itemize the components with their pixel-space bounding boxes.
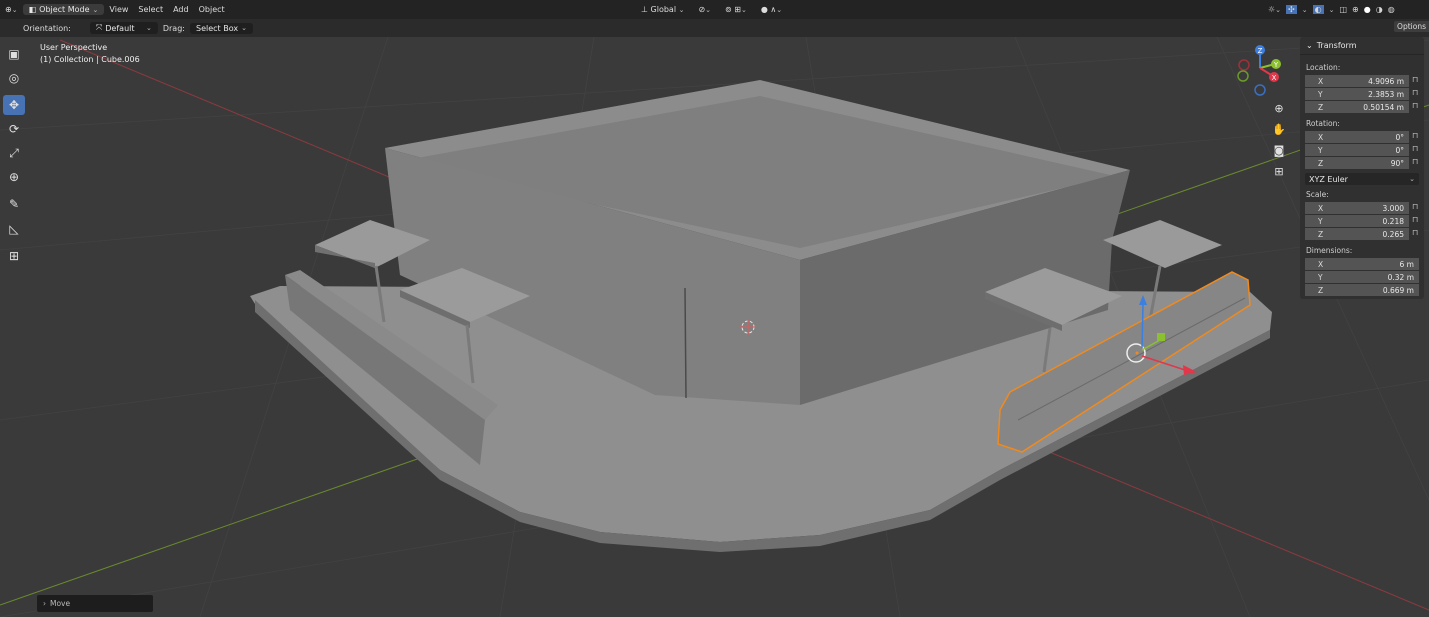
lock-icon[interactable]: ⊓ — [1412, 228, 1418, 237]
axes-icon: ⊥ — [641, 5, 648, 14]
dimensions-y-field[interactable]: Y 0.32 m — [1305, 271, 1419, 283]
rotation-x-field[interactable]: X 0° — [1305, 131, 1409, 143]
visibility-icon[interactable]: ☼⌄ — [1268, 5, 1281, 14]
options-button[interactable]: Options — [1394, 21, 1429, 32]
chevron-down-icon: ⌄ — [92, 5, 99, 14]
rotation-mode-dropdown[interactable]: XYZ Euler ⌄ — [1305, 173, 1419, 185]
lock-icon[interactable]: ⊓ — [1412, 75, 1418, 84]
rotation-label: Rotation: — [1306, 119, 1340, 128]
transform-orientation-selector[interactable]: ⊥ Global ⌄ — [636, 5, 689, 14]
camera-icon[interactable]: ◙ — [1270, 141, 1288, 159]
dimensions-z-field[interactable]: Z 0.669 m — [1305, 284, 1419, 296]
viewport-info: User Perspective (1) Collection | Cube.0… — [40, 42, 140, 66]
transform-tool[interactable]: ⊕ — [3, 167, 25, 187]
rotation-y-field[interactable]: Y 0° — [1305, 144, 1409, 156]
collection-info: (1) Collection | Cube.006 — [40, 55, 140, 64]
scale-tool[interactable]: ⤢ — [3, 143, 25, 163]
scale-label: Scale: — [1306, 190, 1329, 199]
gizmo-toggle-icon[interactable]: ✣ — [1286, 5, 1297, 14]
rendered-shading-icon[interactable]: ◍ — [1388, 5, 1395, 14]
orientation-label: Orientation: — [23, 23, 71, 33]
orientation-icon: ⤧ — [95, 23, 103, 32]
location-y-field[interactable]: Y 2.3853 m — [1305, 88, 1409, 100]
location-z-field[interactable]: Z 0.50154 m — [1305, 101, 1409, 113]
lock-icon[interactable]: ⊓ — [1412, 215, 1418, 224]
overlay-toggle-icon[interactable]: ◐ — [1312, 5, 1324, 14]
menu-select[interactable]: Select — [133, 5, 168, 14]
dimensions-label: Dimensions: — [1306, 246, 1353, 255]
snap-button[interactable]: ⊚ ⊞⌄ — [720, 5, 752, 14]
add-cube-tool[interactable]: ⊞ — [3, 246, 25, 266]
solid-shading-icon[interactable]: ● — [1364, 5, 1371, 14]
last-operator-panel[interactable]: › Move — [37, 595, 153, 612]
lock-icon[interactable]: ⊓ — [1412, 144, 1418, 153]
scale-x-field[interactable]: X 3.000 — [1305, 202, 1409, 214]
grid-view-icon[interactable]: ⊞ — [1270, 162, 1288, 180]
3d-viewport[interactable] — [0, 0, 1429, 617]
location-label: Location: — [1306, 63, 1341, 72]
neg-x-handle[interactable] — [1238, 59, 1250, 71]
neg-z-handle[interactable] — [1254, 84, 1266, 96]
dimensions-x-field[interactable]: X6 m — [1305, 258, 1419, 270]
chevron-down-icon: ⌄ — [1409, 175, 1415, 183]
lock-icon[interactable]: ⊓ — [1412, 88, 1418, 97]
tool-settings-bar: Orientation: ⤧ Default ⌄ Drag: Select Box ⌄ — [0, 19, 1429, 37]
rotate-tool[interactable]: ⟳ — [3, 119, 25, 139]
lock-icon[interactable]: ⊓ — [1412, 131, 1418, 140]
pivot-point-button[interactable]: ⊘⌄ — [693, 5, 716, 14]
transform-panel-header[interactable]: ⌄ Transform — [1300, 37, 1424, 55]
chevron-down-icon: ⌄ — [1306, 41, 1313, 50]
z-axis-label: Z — [1258, 47, 1263, 55]
move-tool[interactable]: ✥ — [3, 95, 25, 115]
xray-icon[interactable]: ◫ — [1339, 5, 1347, 14]
menu-object[interactable]: Object — [194, 5, 230, 14]
lock-icon[interactable]: ⊓ — [1412, 157, 1418, 166]
chevron-right-icon: › — [43, 599, 46, 608]
cursor-tool[interactable]: ◎ — [3, 68, 25, 88]
menu-add[interactable]: Add — [168, 5, 194, 14]
transform-panel: ⌄ Transform Location: X 4.9096 m ⊓ Y 2.3853… — [1300, 37, 1424, 299]
editor-type-button[interactable]: ⊕⌄ — [0, 5, 23, 14]
y-axis-label: Y — [1273, 61, 1279, 69]
header-bar: ⊕⌄ ◧ Object Mode ⌄ View Select Add Object … — [0, 0, 1429, 19]
rotation-z-field[interactable]: Z 90° — [1305, 157, 1409, 169]
navigation-gizmo[interactable]: Z Y X — [1232, 42, 1292, 98]
menu-view[interactable]: View — [104, 5, 133, 14]
material-shading-icon[interactable]: ◑ — [1376, 5, 1383, 14]
drag-dropdown[interactable]: Select Box ⌄ — [189, 22, 253, 34]
neg-y-handle[interactable] — [1237, 70, 1249, 82]
annotate-tool[interactable]: ✎ — [3, 194, 25, 214]
measure-tool[interactable]: ◺ — [3, 219, 25, 239]
pan-hand-icon[interactable]: ✋ — [1270, 120, 1288, 138]
scale-z-field[interactable]: Z 0.265 — [1305, 228, 1409, 240]
object-mode-icon: ◧ — [28, 5, 37, 14]
mode-selector[interactable]: ◧ Object Mode ⌄ — [22, 4, 105, 15]
wireframe-shading-icon[interactable]: ⊕ — [1352, 5, 1359, 14]
view-name: User Perspective — [40, 43, 108, 52]
x-axis-label: X — [1272, 74, 1277, 82]
proportional-edit-button[interactable]: ● ∧⌄ — [756, 5, 787, 14]
lock-icon[interactable]: ⊓ — [1412, 202, 1418, 211]
orientation-dropdown[interactable]: ⤧ Default ⌄ — [89, 22, 158, 34]
location-x-field[interactable]: X 4.9096 m — [1305, 75, 1409, 87]
lock-icon[interactable]: ⊓ — [1412, 101, 1418, 110]
zoom-icon[interactable]: ⊕ — [1270, 99, 1288, 117]
drag-label: Drag: — [162, 23, 185, 33]
scale-y-field[interactable]: Y 0.218 — [1305, 215, 1409, 227]
select-box-tool[interactable]: ▣ — [3, 44, 25, 64]
